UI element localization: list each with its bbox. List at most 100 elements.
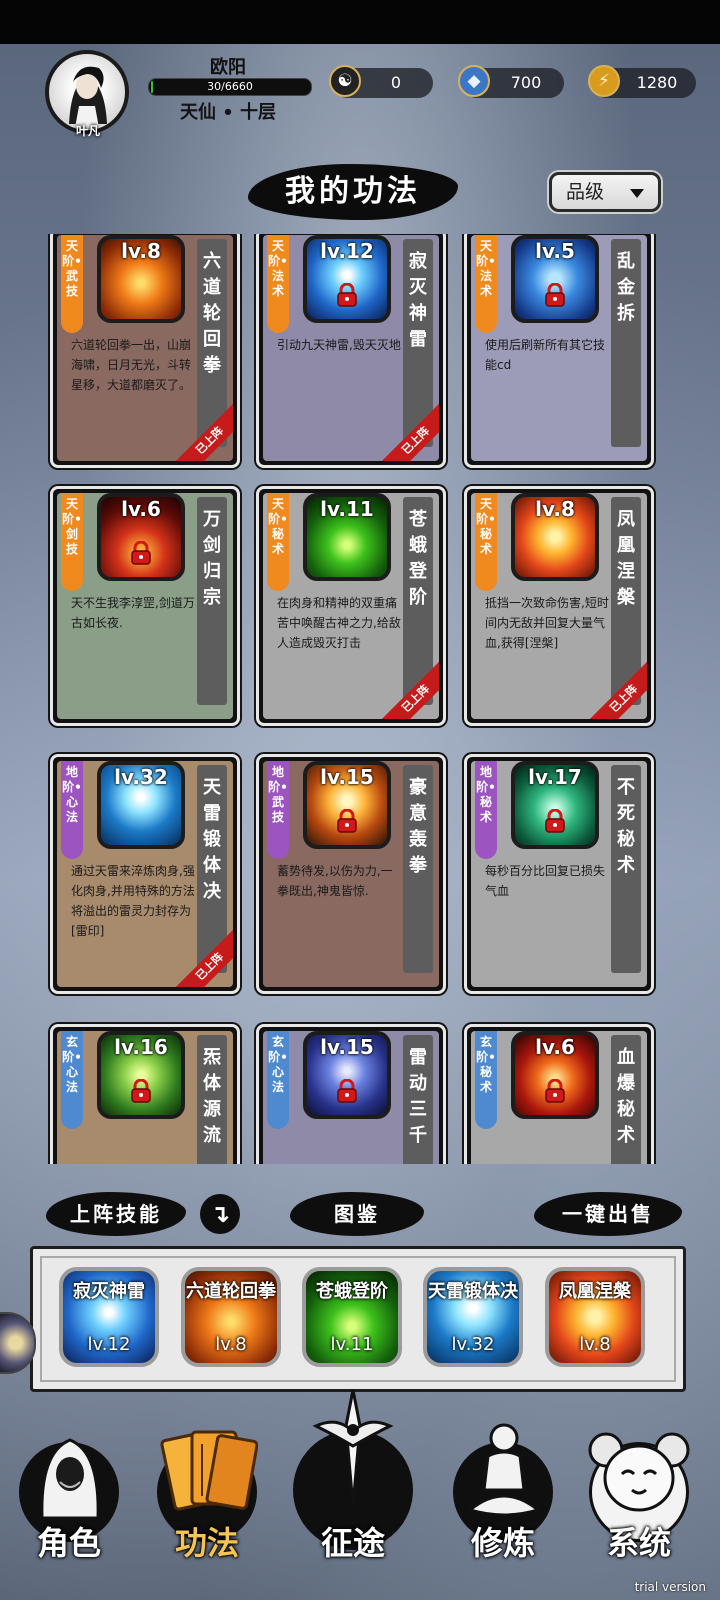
status-bar: [0, 0, 720, 44]
nav-label: 功法: [174, 1524, 239, 1562]
skill-card[interactable]: 玄阶•心法 lv.15 雷动三千: [256, 1024, 446, 1164]
codex-label: 图鉴: [334, 1202, 380, 1226]
nav-techniques[interactable]: 功法: [142, 1400, 272, 1600]
skill-card[interactable]: 天阶•秘术 lv.8 凤凰涅槃 抵挡一次致命伤害,短时间内无敌并回复大量气血,获得[涅…: [464, 486, 654, 726]
rank-tag: 地阶•武技: [267, 761, 289, 859]
slot-skill-level: lv.11: [330, 1334, 374, 1355]
nav-journey[interactable]: 征途: [288, 1389, 418, 1600]
slot-skill-name: 六道轮回拳: [186, 1281, 276, 1302]
slot-skill-level: lv.32: [451, 1334, 495, 1355]
slot-skill-name: 寂灭神雷: [73, 1281, 145, 1302]
skill-card[interactable]: 天阶•法术 lv.5 乱金拆 使用后刷新所有其它技能cd: [464, 234, 654, 468]
rank-tag: 玄阶•心法: [61, 1031, 83, 1129]
equipped-skill-slot[interactable]: 天雷锻体决 lv.32: [423, 1267, 523, 1367]
rank-tag: 天阶•法术: [475, 235, 497, 333]
skill-name: 不死秘术: [617, 777, 635, 876]
skill-card[interactable]: 地阶•秘术 lv.17 不死秘术 每秒百分比回复已损失气血: [464, 754, 654, 994]
deployed-skills-tab[interactable]: 上阵技能: [46, 1192, 186, 1236]
skill-card[interactable]: 地阶•心法 lv.32 天雷锻体决 通过天雷来淬炼肉身,强化肉身,并用特殊的方法将溢出…: [50, 754, 240, 994]
skill-description: 天不生我李淳罡,剑道万古如长夜.: [71, 596, 195, 630]
system-mascot-icon: [588, 1432, 690, 1512]
skill-description: 每秒百分比回复已损失气血: [485, 864, 606, 898]
card-body: 天阶•法术 lv.5 乱金拆 使用后刷新所有其它技能cd: [471, 235, 647, 461]
card-body: 地阶•武技 lv.15 豪意轰拳 蓄势待发,以伤为力,一拳既出,神鬼皆惊.: [263, 761, 439, 987]
resource-coin[interactable]: ⚡ 1280: [588, 65, 696, 98]
rank-tag: 天阶•秘术: [267, 493, 289, 591]
skill-name: 寂灭神雷: [409, 251, 427, 350]
skill-name: 天雷锻体决: [203, 777, 221, 902]
skill-level: lv.6: [121, 497, 161, 521]
sell-all-label: 一键出售: [562, 1202, 654, 1226]
nav-character[interactable]: 角色: [4, 1400, 134, 1600]
swap-arrow-icon[interactable]: ↴: [200, 1194, 240, 1234]
nav-system[interactable]: 系统: [574, 1400, 704, 1600]
skill-card[interactable]: 天阶•秘术 lv.11 苍蛾登阶 在肉身和精神的双重痛苦中唤醒古神之力,给敌人造成毁灭…: [256, 486, 446, 726]
skill-art-icon: lv.17: [511, 761, 599, 849]
yin-yang-icon: ☯: [329, 65, 361, 97]
skill-card[interactable]: 天阶•法术 lv.12 寂灭神雷 引动九天神雷,毁天灭地 已上阵: [256, 234, 446, 468]
skill-art-icon: lv.11: [303, 493, 391, 581]
card-body: 天阶•武技 lv.8 六道轮回拳 六道轮回拳一出，山崩海啸，日月无光，斗转星移，大道都…: [57, 235, 233, 461]
skill-level: lv.32: [114, 765, 168, 789]
bottom-navigation: 角色 功法 征途 修炼 系统: [0, 1389, 720, 1600]
card-body: 天阶•秘术 lv.11 苍蛾登阶 在肉身和精神的双重痛苦中唤醒古神之力,给敌人造成毁灭…: [263, 493, 439, 719]
skill-description: 引动九天神雷,毁天灭地: [277, 338, 401, 352]
card-body: 地阶•秘术 lv.17 不死秘术 每秒百分比回复已损失气血: [471, 761, 647, 987]
rank-tag: 地阶•秘术: [475, 761, 497, 859]
grade-sort-dropdown[interactable]: 品级: [549, 172, 661, 212]
skill-description: 六道轮回拳一出，山崩海啸，日月无光，斗转星移，大道都磨灭了。: [71, 338, 192, 392]
lock-icon: [336, 282, 358, 307]
meditation-icon: [466, 1423, 542, 1517]
sell-all-button[interactable]: 一键出售: [534, 1192, 682, 1236]
skill-grid[interactable]: 天阶•武技 lv.8 六道轮回拳 六道轮回拳一出，山崩海啸，日月无光，斗转星移，大道都…: [40, 234, 680, 1164]
skill-description: 蓄势待发,以伤为力,一拳既出,神鬼皆惊.: [277, 864, 393, 898]
rank-tag: 玄阶•心法: [267, 1031, 289, 1129]
skill-level: lv.16: [114, 1035, 168, 1059]
skill-art-icon: lv.12: [303, 235, 391, 323]
skill-name-strip: 血爆秘术: [611, 1035, 641, 1164]
card-body: 玄阶•心法 lv.15 雷动三千: [263, 1031, 439, 1164]
exp-text: 30/6660: [207, 80, 253, 93]
skill-card[interactable]: 天阶•武技 lv.8 六道轮回拳 六道轮回拳一出，山崩海啸，日月无光，斗转星移，大道都…: [50, 234, 240, 468]
skill-name: 豪意轰拳: [409, 777, 427, 876]
nav-label: 修炼: [470, 1524, 535, 1562]
cultivation-realm: 天仙 • 十层: [179, 102, 277, 123]
equipped-skill-slot[interactable]: 凤凰涅槃 lv.8: [545, 1267, 645, 1367]
skill-level: lv.15: [320, 1035, 374, 1059]
nav-label: 系统: [606, 1524, 671, 1562]
page-title-banner: 我的功法: [248, 164, 458, 220]
lock-icon: [544, 282, 566, 307]
deployed-skills-label: 上阵技能: [70, 1202, 162, 1226]
skill-card[interactable]: 玄阶•秘术 lv.6 血爆秘术: [464, 1024, 654, 1164]
rank-tag: 天阶•剑技: [61, 493, 83, 591]
skill-card[interactable]: 玄阶•心法 lv.16 炁体源流: [50, 1024, 240, 1164]
equipped-skill-slot[interactable]: 苍蛾登阶 lv.11: [302, 1267, 402, 1367]
nav-label: 角色: [36, 1524, 101, 1562]
skill-name: 苍蛾登阶: [409, 509, 427, 608]
scroll-book-icon: [160, 1430, 258, 1511]
rank-tag: 地阶•心法: [61, 761, 83, 859]
card-body: 天阶•秘术 lv.8 凤凰涅槃 抵挡一次致命伤害,短时间内无敌并回复大量气血,获得[涅…: [471, 493, 647, 719]
dropdown-label: 品级: [566, 181, 605, 203]
slot-skill-level: lv.12: [87, 1334, 131, 1355]
slot-skill-name: 苍蛾登阶: [316, 1281, 388, 1302]
equipped-skill-slot[interactable]: 寂灭神雷 lv.12: [59, 1267, 159, 1367]
lightning-coin-icon: ⚡: [588, 65, 620, 97]
skill-art-icon: lv.6: [97, 493, 185, 581]
resource-spirit-stone[interactable]: ◆ 700: [458, 65, 564, 98]
card-body: 天阶•法术 lv.12 寂灭神雷 引动九天神雷,毁天灭地 已上阵: [263, 235, 439, 461]
skill-name-strip: 雷动三千: [403, 1035, 433, 1164]
equipped-skill-slot[interactable]: 六道轮回拳 lv.8: [181, 1267, 281, 1367]
skill-level: lv.11: [320, 497, 374, 521]
lock-icon: [130, 540, 152, 565]
skill-description: 使用后刷新所有其它技能cd: [485, 338, 606, 372]
resource-taiji[interactable]: ☯ 0: [329, 65, 433, 98]
skill-name: 六道轮回拳: [203, 251, 221, 376]
lock-icon: [336, 808, 358, 833]
nav-cultivate[interactable]: 修炼: [438, 1400, 568, 1600]
skill-card[interactable]: 天阶•剑技 lv.6 万剑归宗 天不生我李淳罡,剑道万古如长夜.: [50, 486, 240, 726]
codex-button[interactable]: 图鉴: [290, 1192, 424, 1236]
rank-tag: 天阶•武技: [61, 235, 83, 333]
skill-card[interactable]: 地阶•武技 lv.15 豪意轰拳 蓄势待发,以伤为力,一拳既出,神鬼皆惊.: [256, 754, 446, 994]
page-title: 我的功法: [285, 174, 421, 209]
